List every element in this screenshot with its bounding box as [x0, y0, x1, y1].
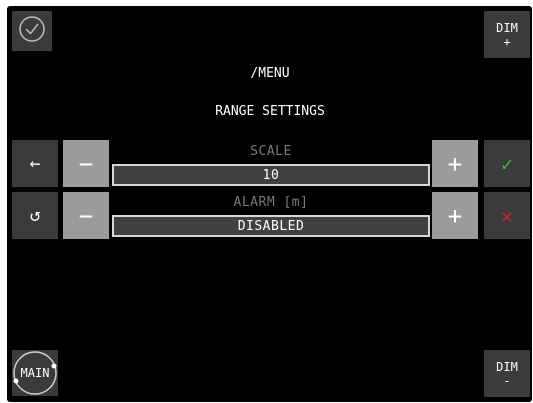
back-button[interactable]: ← [12, 140, 58, 187]
page-title: RANGE SETTINGS [215, 104, 325, 119]
menu-path: /MENU [250, 66, 290, 81]
plus-sign: + [503, 34, 511, 49]
accept-button[interactable]: ✓ [484, 140, 530, 187]
scale-value-field: 10 [112, 164, 430, 186]
minus-sign: - [503, 373, 511, 388]
minus-icon: − [78, 149, 94, 178]
dim-label: DIM [496, 20, 518, 35]
alarm-label: ALARM [m] [233, 195, 309, 210]
scale-decrease-button[interactable]: − [63, 140, 109, 187]
check-circle-icon [17, 14, 47, 48]
dim-plus-button[interactable]: DIM + [484, 11, 530, 58]
scale-increase-button[interactable]: + [432, 140, 478, 187]
alarm-value-field: DISABLED [112, 215, 430, 237]
close-icon: ✕ [500, 203, 514, 228]
alarm-increase-button[interactable]: + [432, 192, 478, 239]
arrow-left-icon: ← [29, 153, 41, 174]
reset-button[interactable]: ↺ [12, 192, 58, 239]
dim-label: DIM [496, 359, 518, 374]
reset-icon: ↺ [29, 205, 41, 226]
confirm-top-button[interactable] [12, 11, 52, 51]
minus-icon: − [78, 201, 94, 230]
alarm-decrease-button[interactable]: − [63, 192, 109, 239]
check-icon: ✓ [500, 151, 514, 176]
main-label: MAIN [20, 366, 50, 380]
plus-icon: + [447, 149, 463, 178]
dim-minus-button[interactable]: DIM - [484, 350, 530, 397]
main-button[interactable]: MAIN [12, 350, 58, 396]
scale-label: SCALE [250, 144, 292, 159]
plus-icon: + [447, 201, 463, 230]
cancel-button[interactable]: ✕ [484, 192, 530, 239]
display-screen: DIM + /MENU RANGE SETTINGS ← − SCALE 10 … [7, 6, 532, 402]
